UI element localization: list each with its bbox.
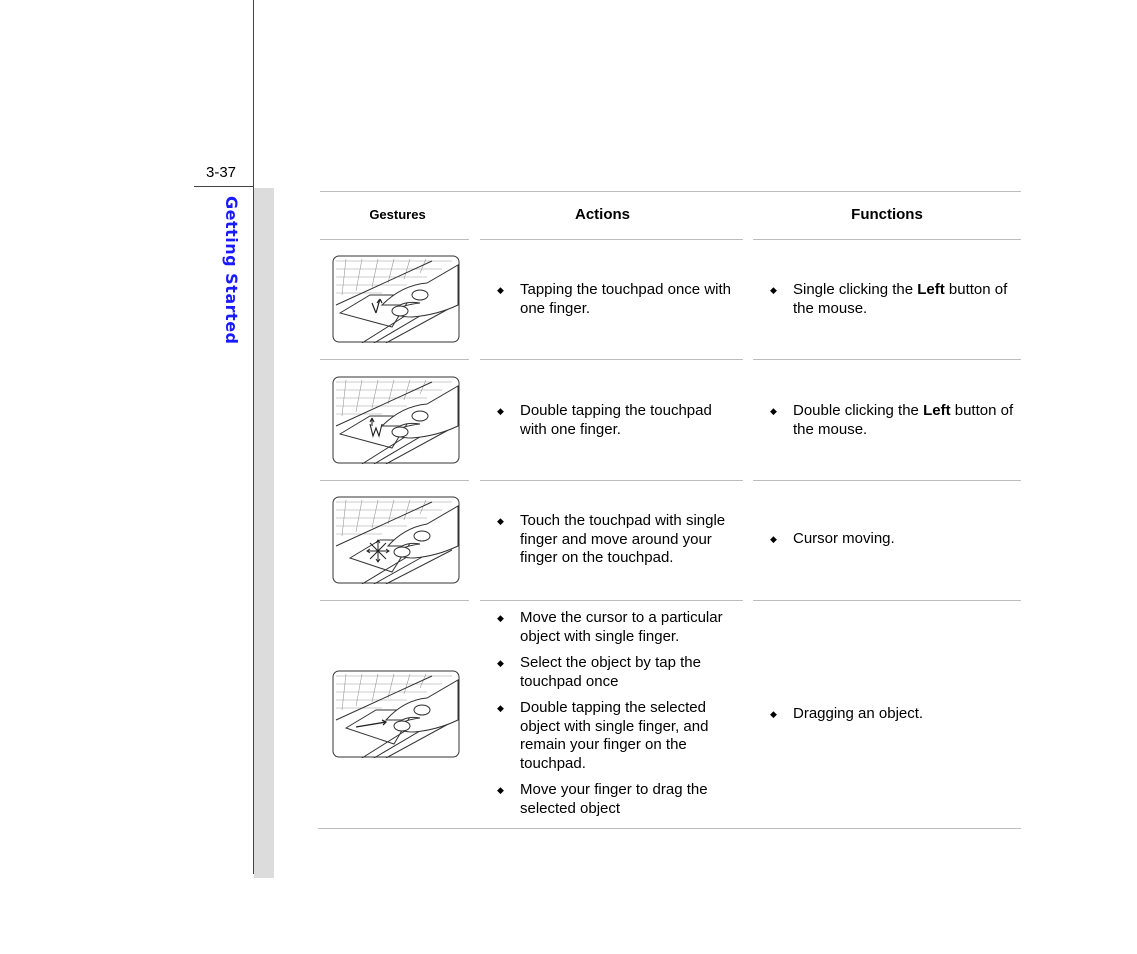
actions-list: ◆ Tapping the touchpad once with one fing… <box>497 281 737 318</box>
section-title: Getting Started <box>222 196 241 345</box>
function-item: ◆ Cursor moving. <box>770 530 895 547</box>
bullet-icon: ◆ <box>770 406 777 416</box>
bullet-icon: ◆ <box>497 285 504 295</box>
bullet-icon: ◆ <box>497 703 504 713</box>
action-item: ◆ Move the cursor to a particular object … <box>497 609 723 645</box>
bullet-icon: ◆ <box>497 785 504 795</box>
action-item: ◆ Tapping the touchpad once with one fing… <box>497 281 731 317</box>
header-functions: Functions <box>851 206 923 223</box>
action-item: ◆ Select the object by tap the touchpad o… <box>497 654 701 690</box>
action-item: ◆ Double tapping the touchpad with one fi… <box>497 402 712 438</box>
touchpad-single-tap-icon <box>332 255 460 343</box>
page-number-rule <box>194 186 254 187</box>
header-actions: Actions <box>574 206 630 223</box>
functions-list: ◆ Double clicking the Left button of the … <box>770 402 1020 439</box>
bullet-icon: ◆ <box>497 516 504 526</box>
bullet-icon: ◆ <box>497 658 504 668</box>
function-item: ◆ Dragging an object. <box>770 705 924 722</box>
functions-list: ◆ Dragging an object. <box>770 705 1020 724</box>
header-gestures: Gestures <box>369 207 426 222</box>
action-item: ◆ Double tapping the selected object with… <box>497 699 709 772</box>
touchpad-drag-icon <box>332 670 460 758</box>
bullet-icon: ◆ <box>770 534 777 544</box>
bullet-icon: ◆ <box>497 613 504 623</box>
action-item: ◆ Touch the touchpad with single finger a… <box>497 512 726 566</box>
actions-list: ◆ Touch the touchpad with single finger a… <box>497 512 737 568</box>
functions-list: ◆ Cursor moving. <box>770 530 1020 549</box>
touchpad-double-tap-icon <box>332 376 460 464</box>
functions-list: ◆ Single clicking the Left button of the … <box>770 281 1020 318</box>
actions-list: ◆ Move the cursor to a particular object … <box>497 609 737 818</box>
action-item: ◆ Move your finger to drag the selected o… <box>497 781 708 817</box>
bullet-icon: ◆ <box>770 709 777 719</box>
page-number: 3-37 <box>206 164 237 181</box>
function-item: ◆ Single clicking the Left button of the … <box>770 281 1008 317</box>
bullet-icon: ◆ <box>770 285 777 295</box>
actions-list: ◆ Double tapping the touchpad with one fi… <box>497 402 737 439</box>
bullet-icon: ◆ <box>497 406 504 416</box>
table-top-rule <box>320 191 1021 192</box>
side-band <box>254 188 274 878</box>
touchpad-move-cursor-icon <box>332 496 460 584</box>
function-item: ◆ Double clicking the Left button of the … <box>770 402 1014 438</box>
